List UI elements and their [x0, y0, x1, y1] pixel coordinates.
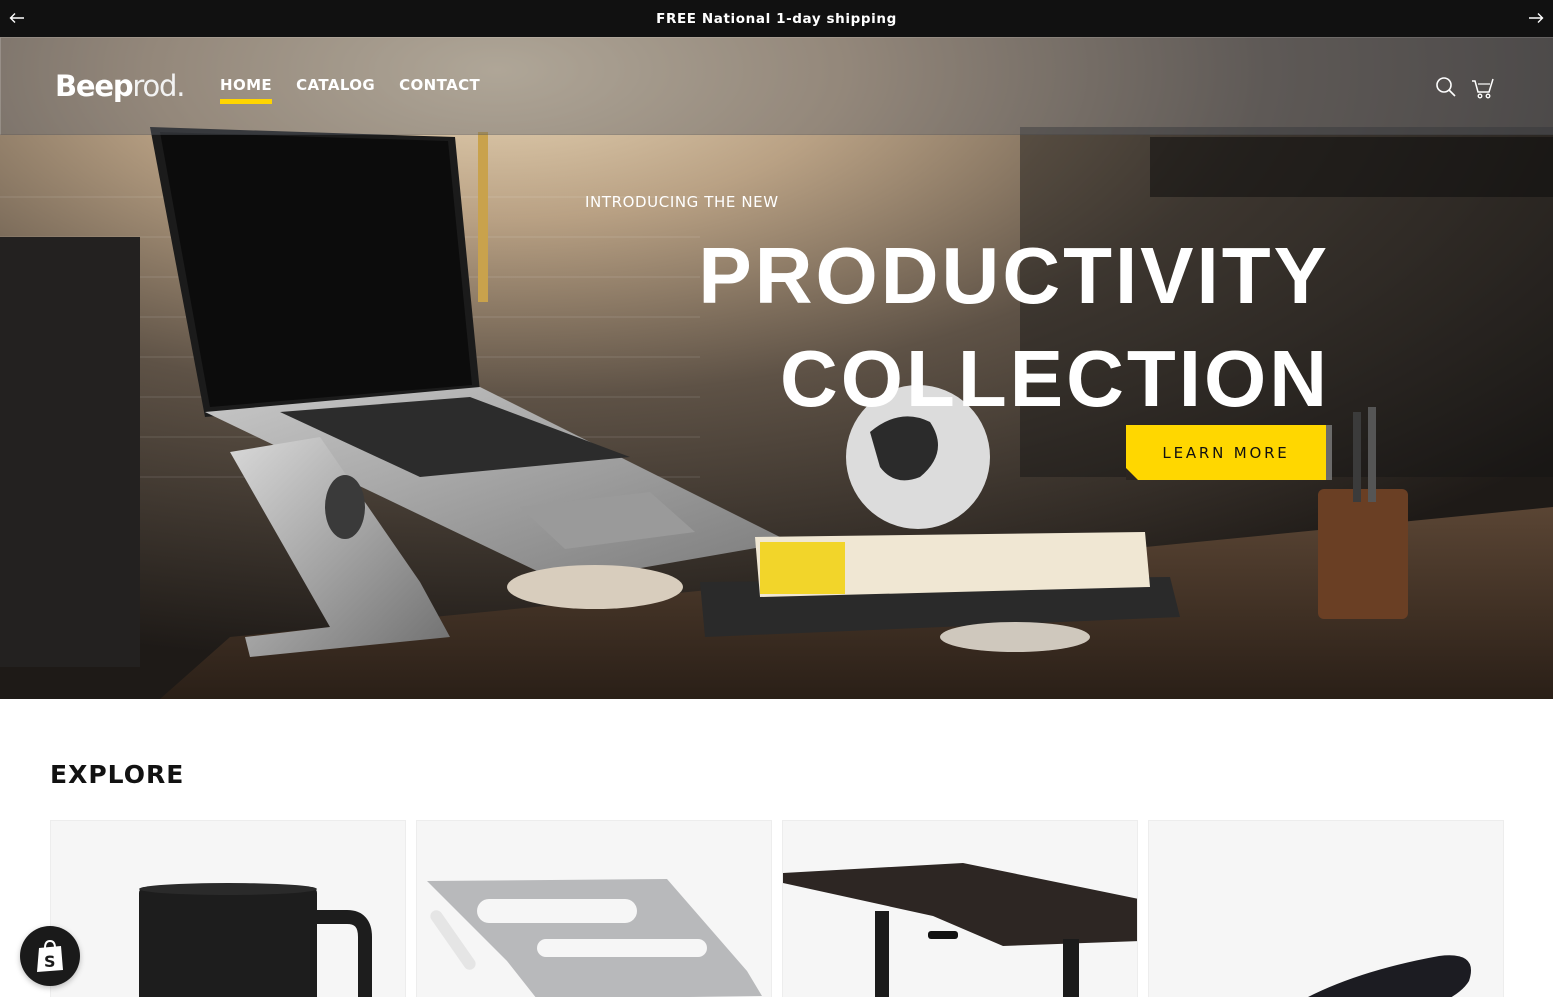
laptop-stand-image	[427, 879, 762, 997]
nav-home[interactable]: HOME	[220, 76, 273, 104]
nav-catalog[interactable]: CATALOG	[296, 76, 375, 100]
product-card-wrist-rest[interactable]	[1148, 820, 1504, 997]
search-icon[interactable]	[1433, 73, 1459, 101]
svg-text:S: S	[44, 952, 56, 971]
brand-logo[interactable]: Beeprod.	[55, 66, 185, 106]
shopify-bag-icon[interactable]: S	[20, 926, 80, 986]
main-nav: HOME CATALOG CONTACT	[220, 76, 480, 104]
product-grid	[50, 820, 1504, 997]
site-header: Beeprod. HOME CATALOG CONTACT	[0, 37, 1553, 135]
product-card-laptop-stand[interactable]	[416, 820, 772, 997]
product-card-desk[interactable]	[782, 820, 1138, 997]
hero-title: PRODUCTIVITY COLLECTION	[560, 224, 1330, 430]
announcement-bar: FREE National 1-day shipping	[0, 0, 1553, 37]
wrist-rest-image	[1308, 955, 1471, 997]
announcement-text: FREE National 1-day shipping	[656, 10, 897, 27]
explore-heading: EXPLORE	[50, 760, 185, 789]
nav-contact[interactable]: CONTACT	[399, 76, 480, 100]
hero-title-line2: COLLECTION	[780, 334, 1330, 423]
standing-desk-image	[783, 863, 1137, 997]
header-actions	[1433, 73, 1497, 101]
mug-image	[139, 883, 372, 997]
cart-icon[interactable]	[1471, 73, 1497, 101]
arrow-left-icon[interactable]	[6, 8, 28, 28]
learn-more-button[interactable]: LEARN MORE	[1126, 425, 1326, 480]
hero-eyebrow: INTRODUCING THE NEW	[585, 193, 779, 211]
product-card-mug[interactable]	[50, 820, 406, 997]
arrow-right-icon[interactable]	[1525, 8, 1547, 28]
logo-text-bold: Beep	[55, 69, 134, 103]
hero-title-line1: PRODUCTIVITY	[698, 231, 1330, 320]
logo-text-light: rod.	[132, 69, 185, 103]
